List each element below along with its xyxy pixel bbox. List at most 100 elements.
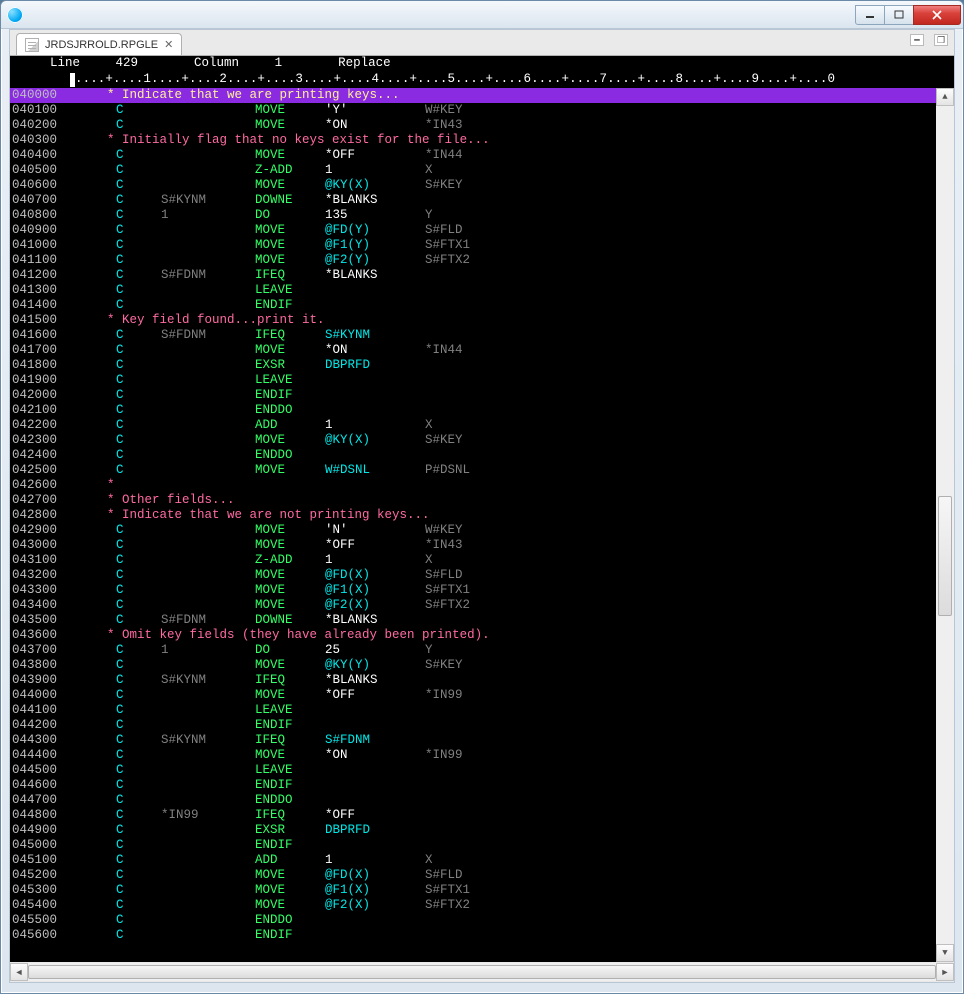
code-line[interactable]: 045500C ENDDO xyxy=(10,913,936,928)
minimize-button[interactable] xyxy=(855,5,885,25)
factor2: *ON xyxy=(325,748,425,763)
opcode: EXSR xyxy=(255,823,325,838)
document-tab[interactable]: JRDSJRROLD.RPGLE ✕ xyxy=(16,33,182,55)
code-line[interactable]: 043600 * Omit key fields (they have alre… xyxy=(10,628,936,643)
code-line[interactable]: 041700C MOVE*ON*IN44 xyxy=(10,343,936,358)
code-line[interactable]: 044100C LEAVE xyxy=(10,703,936,718)
spec-type: C xyxy=(116,373,124,388)
editor-restore-icon[interactable]: ❐ xyxy=(934,34,948,46)
code-line[interactable]: 041800C EXSRDBPRFD xyxy=(10,358,936,373)
code-line[interactable]: 042300C MOVE@KY(X)S#KEY xyxy=(10,433,936,448)
code-line[interactable]: 044500C LEAVE xyxy=(10,763,936,778)
scroll-right-button[interactable]: ► xyxy=(936,963,954,981)
code-line[interactable]: 041200C S#FDNMIFEQ*BLANKS xyxy=(10,268,936,283)
code-line[interactable]: 042100C ENDDO xyxy=(10,403,936,418)
scroll-left-button[interactable]: ◄ xyxy=(10,963,28,981)
code-line[interactable]: 040400C MOVE*OFF*IN44 xyxy=(10,148,936,163)
code-line[interactable]: 042800 * Indicate that we are not printi… xyxy=(10,508,936,523)
code-line[interactable]: 043000C MOVE*OFF*IN43 xyxy=(10,538,936,553)
code-line[interactable]: 043900C S#KYNMIFEQ*BLANKS xyxy=(10,673,936,688)
code-line[interactable]: 044400C MOVE*ON*IN99 xyxy=(10,748,936,763)
result-field: Y xyxy=(425,208,433,223)
code-line[interactable]: 040300 * Initially flag that no keys exi… xyxy=(10,133,936,148)
code-line[interactable]: 040700C S#KYNMDOWNE*BLANKS xyxy=(10,193,936,208)
code-line[interactable]: 040200C MOVE*ON*IN43 xyxy=(10,118,936,133)
code-line[interactable]: 042600 * xyxy=(10,478,936,493)
factor2 xyxy=(325,838,425,853)
code-line[interactable]: 043400C MOVE@F2(X)S#FTX2 xyxy=(10,598,936,613)
horizontal-scroll-track[interactable] xyxy=(28,963,936,981)
code-line[interactable]: 044600C ENDIF xyxy=(10,778,936,793)
scroll-up-button[interactable]: ▲ xyxy=(936,88,954,106)
code-line[interactable]: 042500C MOVEW#DSNLP#DSNL xyxy=(10,463,936,478)
code-line[interactable]: 042200C ADD1X xyxy=(10,418,936,433)
code-line[interactable]: 044300C S#KYNMIFEQS#FDNM xyxy=(10,733,936,748)
code-line[interactable]: 043800C MOVE@KY(Y)S#KEY xyxy=(10,658,936,673)
factor2: DBPRFD xyxy=(325,358,425,373)
window-frame: JRDSJRROLD.RPGLE ✕ ━ ❐ Line 429 Column 1… xyxy=(0,0,964,994)
horizontal-scrollbar[interactable]: ◄ ► xyxy=(10,962,954,982)
code-line[interactable]: 041500 * Key field found...print it. xyxy=(10,313,936,328)
horizontal-scroll-thumb[interactable] xyxy=(28,965,936,979)
spec-type: C xyxy=(116,718,124,733)
code-line[interactable]: 040900C MOVE@FD(Y)S#FLD xyxy=(10,223,936,238)
factor2: *BLANKS xyxy=(325,268,425,283)
line-number: 044500 xyxy=(10,763,62,778)
spec-type: C xyxy=(116,538,124,553)
result-field: *IN44 xyxy=(425,148,463,163)
editor-minimize-icon[interactable]: ━ xyxy=(910,34,924,46)
close-button[interactable] xyxy=(913,5,961,25)
tab-strip: JRDSJRROLD.RPGLE ✕ ━ ❐ xyxy=(10,30,954,56)
code-line[interactable]: 045600C ENDIF xyxy=(10,928,936,943)
line-number: 044200 xyxy=(10,718,62,733)
factor2: S#FDNM xyxy=(325,733,425,748)
code-line[interactable]: 040500C Z-ADD1X xyxy=(10,163,936,178)
code-line[interactable]: 040800C 1DO135Y xyxy=(10,208,936,223)
code-line[interactable]: 040100C MOVE'Y'W#KEY xyxy=(10,103,936,118)
code-line[interactable]: 041400C ENDIF xyxy=(10,298,936,313)
factor1 xyxy=(161,178,255,193)
code-line[interactable]: 042000C ENDIF xyxy=(10,388,936,403)
code-line[interactable]: 040000 * Indicate that we are printing k… xyxy=(10,88,936,103)
code-line[interactable]: 043500C S#FDNMDOWNE*BLANKS xyxy=(10,613,936,628)
code-line[interactable]: 043100C Z-ADD1X xyxy=(10,553,936,568)
tab-close-icon[interactable]: ✕ xyxy=(164,38,173,51)
code-line[interactable]: 042700 * Other fields... xyxy=(10,493,936,508)
line-number: 042500 xyxy=(10,463,62,478)
vertical-scrollbar[interactable]: ▲ ▼ xyxy=(936,88,954,962)
code-line[interactable]: 045100C ADD1X xyxy=(10,853,936,868)
code-line[interactable]: 041000C MOVE@F1(Y)S#FTX1 xyxy=(10,238,936,253)
scroll-down-button[interactable]: ▼ xyxy=(936,944,954,962)
code-line[interactable]: 044200C ENDIF xyxy=(10,718,936,733)
code-editor[interactable]: Line 429 Column 1 Replace ....+....1....… xyxy=(10,56,954,962)
code-line[interactable]: 045400C MOVE@F2(X)S#FTX2 xyxy=(10,898,936,913)
factor2 xyxy=(325,403,425,418)
code-line[interactable]: 041900C LEAVE xyxy=(10,373,936,388)
code-line[interactable]: 044900C EXSRDBPRFD xyxy=(10,823,936,838)
code-line[interactable]: 045200C MOVE@FD(X)S#FLD xyxy=(10,868,936,883)
code-line[interactable]: 043200C MOVE@FD(X)S#FLD xyxy=(10,568,936,583)
document-icon xyxy=(25,38,39,52)
code-line[interactable]: 041600C S#FDNMIFEQS#KYNM xyxy=(10,328,936,343)
code-line[interactable]: 042400C ENDDO xyxy=(10,448,936,463)
code-line[interactable]: 045300C MOVE@F1(X)S#FTX1 xyxy=(10,883,936,898)
code-line[interactable]: 043300C MOVE@F1(X)S#FTX1 xyxy=(10,583,936,598)
vertical-scroll-track[interactable] xyxy=(936,106,954,944)
code-body[interactable]: 040000 * Indicate that we are printing k… xyxy=(10,88,936,962)
code-line[interactable]: 044800C *IN99IFEQ*OFF xyxy=(10,808,936,823)
code-line[interactable]: 040600C MOVE@KY(X)S#KEY xyxy=(10,178,936,193)
code-line[interactable]: 044700C ENDDO xyxy=(10,793,936,808)
vertical-scroll-thumb[interactable] xyxy=(938,496,952,616)
title-bar[interactable] xyxy=(1,1,963,29)
code-line[interactable]: 042900C MOVE'N'W#KEY xyxy=(10,523,936,538)
code-line[interactable]: 041300C LEAVE xyxy=(10,283,936,298)
maximize-button[interactable] xyxy=(884,5,914,25)
spec-type: C xyxy=(116,553,124,568)
code-line[interactable]: 043700C 1DO25Y xyxy=(10,643,936,658)
opcode: LEAVE xyxy=(255,373,325,388)
code-line[interactable]: 045000C ENDIF xyxy=(10,838,936,853)
line-number: 040300 xyxy=(10,133,62,148)
code-line[interactable]: 044000C MOVE*OFF*IN99 xyxy=(10,688,936,703)
line-number: 044000 xyxy=(10,688,62,703)
code-line[interactable]: 041100C MOVE@F2(Y)S#FTX2 xyxy=(10,253,936,268)
